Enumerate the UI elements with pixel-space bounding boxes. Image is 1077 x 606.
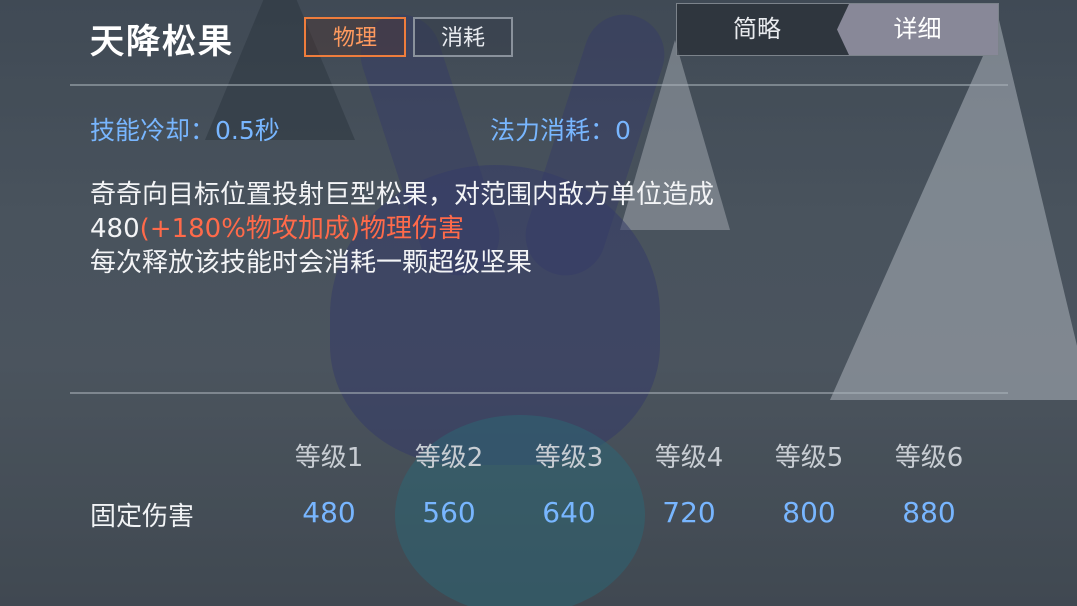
level-value: 560	[422, 496, 476, 529]
level-value: 720	[662, 496, 716, 529]
mana-cost-stat: 法力消耗：0	[490, 116, 631, 145]
divider	[70, 392, 1008, 394]
level-header: 等级1	[294, 443, 364, 473]
level-header: 等级6	[894, 443, 964, 473]
level-header: 等级3	[534, 443, 604, 473]
description-line: 每次释放该技能时会消耗一颗超级坚果	[90, 248, 533, 278]
view-toggle: 简略 详细	[676, 3, 999, 56]
tag-physical: 物理	[304, 17, 406, 57]
detail-view-button[interactable]: 详细	[837, 4, 998, 55]
fixed-damage-label: 固定伤害	[90, 502, 195, 532]
level-header: 等级5	[774, 443, 844, 473]
level-header: 等级2	[414, 443, 484, 473]
level-value: 480	[302, 496, 356, 529]
damage-base: 480	[90, 214, 140, 244]
skill-description: 奇奇向目标位置投射巨型松果，对范围内敌方单位造成 480(+180%物攻加成)物…	[90, 178, 890, 280]
cooldown-stat: 技能冷却：0.5秒	[90, 116, 280, 145]
description-line: 奇奇向目标位置投射巨型松果，对范围内敌方单位造成	[90, 180, 715, 210]
description-line: 480(+180%物攻加成)物理伤害	[90, 212, 890, 246]
skill-name: 天降松果	[90, 22, 234, 62]
damage-scaling: (+180%物攻加成)物理伤害	[139, 214, 465, 244]
tag-consume: 消耗	[413, 17, 513, 57]
brief-view-button[interactable]: 简略	[677, 4, 837, 55]
level-value: 800	[782, 496, 836, 529]
level-header: 等级4	[654, 443, 724, 473]
level-value: 880	[902, 496, 956, 529]
level-value: 640	[542, 496, 596, 529]
divider	[70, 84, 1008, 86]
